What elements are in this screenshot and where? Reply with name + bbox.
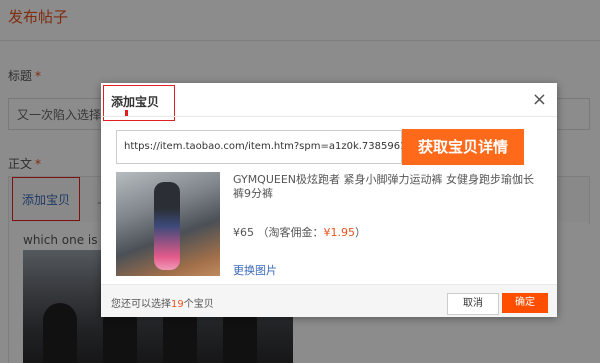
item-url-value: https://item.taobao.com/item.htm?spm=a1z… bbox=[124, 141, 423, 152]
commission-value: ¥1.95 bbox=[323, 226, 356, 239]
close-icon[interactable]: × bbox=[532, 89, 547, 110]
modal-title: 添加宝贝 bbox=[111, 95, 160, 109]
commission-prefix: （淘客佣金： bbox=[257, 226, 324, 239]
cancel-button[interactable]: 取消 bbox=[447, 293, 499, 315]
remaining-suffix: 个宝贝 bbox=[183, 299, 214, 310]
fetch-item-details-button[interactable]: 获取宝贝详情 bbox=[402, 129, 524, 165]
item-title: GYMQUEEN极炫跑者 紧身小脚弹力运动裤 女健身跑步瑜伽长裤9分裤 bbox=[233, 173, 535, 200]
add-item-modal: 添加宝贝 × https://item.taobao.com/item.htm?… bbox=[101, 83, 557, 317]
modal-footer: 您还可以选择19个宝贝 取消 确定 bbox=[101, 284, 557, 317]
confirm-button[interactable]: 确定 bbox=[502, 293, 548, 313]
item-price-line: ¥65 （淘客佣金：¥1.95） bbox=[233, 224, 366, 240]
commission-suffix: ） bbox=[355, 226, 366, 239]
item-price: ¥65 bbox=[233, 226, 254, 239]
change-image-link[interactable]: 更换图片 bbox=[233, 262, 277, 278]
remaining-count-text: 您还可以选择19个宝贝 bbox=[111, 295, 214, 310]
item-url-input[interactable]: https://item.taobao.com/item.htm?spm=a1z… bbox=[116, 130, 422, 164]
item-thumbnail bbox=[116, 172, 220, 276]
modal-header: 添加宝贝 × bbox=[101, 83, 557, 121]
thumbnail-figure bbox=[154, 182, 180, 270]
remaining-prefix: 您还可以选择 bbox=[111, 299, 171, 310]
remaining-count: 19 bbox=[171, 299, 184, 310]
modal-divider bbox=[101, 116, 557, 117]
